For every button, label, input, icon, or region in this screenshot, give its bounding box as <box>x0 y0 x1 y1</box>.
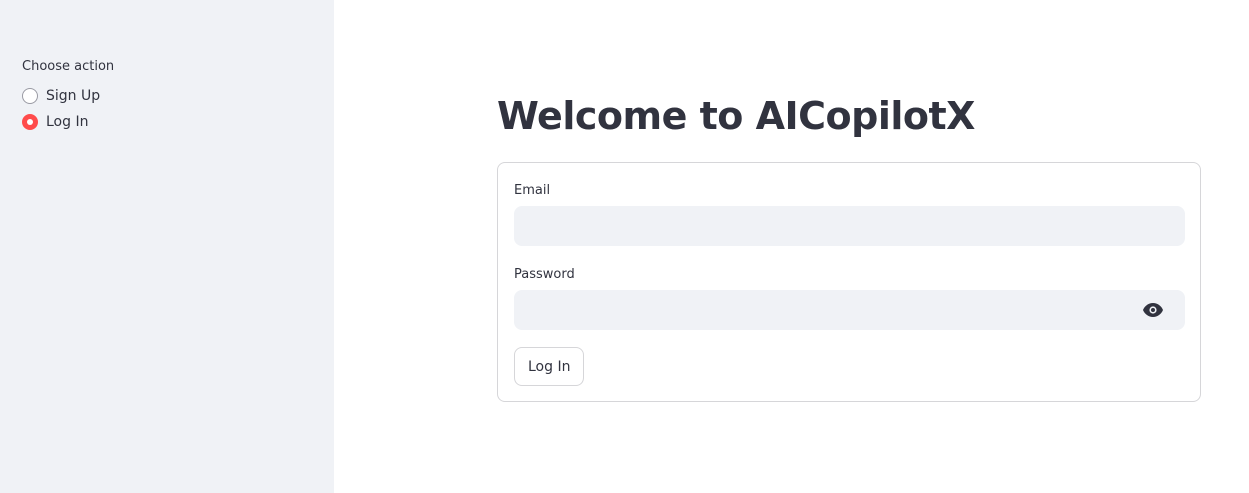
password-field[interactable] <box>514 290 1185 330</box>
radio-label-sign-up[interactable]: Sign Up <box>46 88 100 104</box>
password-label: Password <box>514 267 575 282</box>
eye-icon-svg <box>1143 303 1163 317</box>
radio-label-log-in[interactable]: Log In <box>46 114 88 130</box>
eye-icon[interactable] <box>1138 300 1168 320</box>
email-label: Email <box>514 183 551 198</box>
app-root: Choose action Sign Up Log In Welcome to … <box>0 0 1249 493</box>
page-title: Welcome to AICopilotX <box>497 94 975 138</box>
login-form: Email Password Log In <box>497 162 1201 402</box>
choose-action-label: Choose action <box>22 59 115 74</box>
radio-option-sign-up[interactable]: Sign Up <box>22 88 100 104</box>
radio-selected-icon[interactable] <box>22 114 38 130</box>
radio-option-log-in[interactable]: Log In <box>22 114 88 130</box>
radio-unselected-icon[interactable] <box>22 88 38 104</box>
email-field[interactable] <box>514 206 1185 246</box>
sidebar: Choose action Sign Up Log In <box>0 0 334 493</box>
log-in-button[interactable]: Log In <box>514 347 585 386</box>
